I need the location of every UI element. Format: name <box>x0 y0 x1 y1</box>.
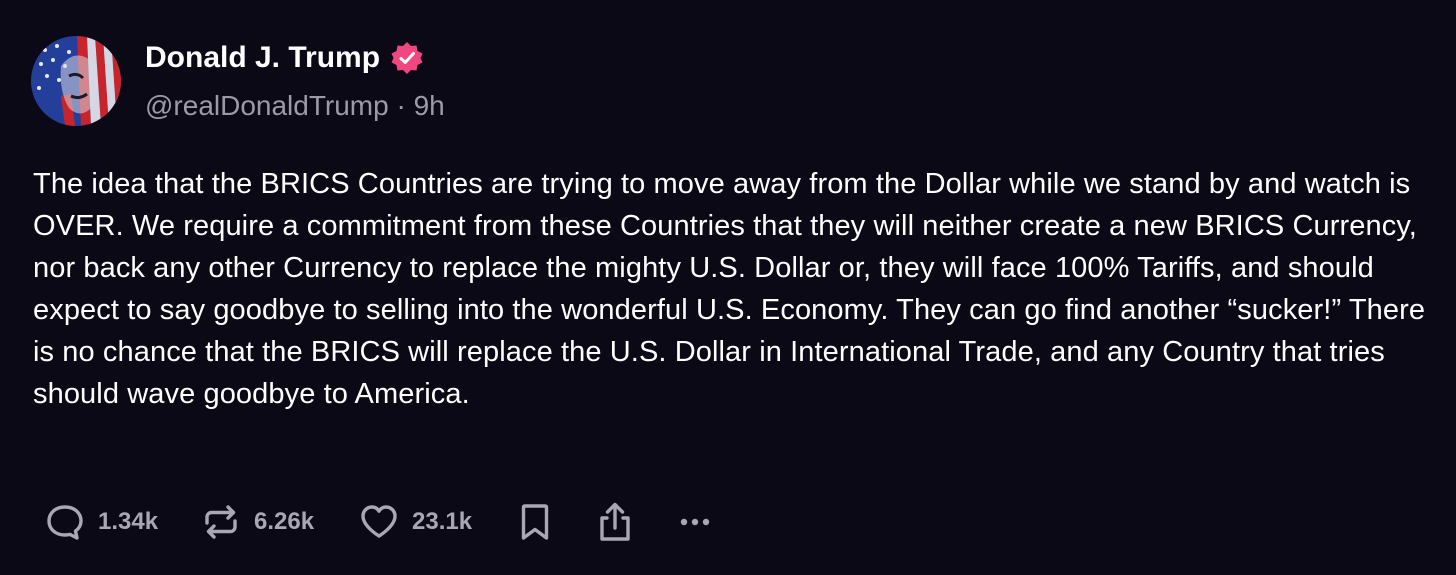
more-icon <box>680 518 710 526</box>
avatar-image <box>31 36 121 126</box>
verified-badge-icon <box>390 41 424 75</box>
like-button[interactable]: 23.1k <box>358 501 514 543</box>
reply-icon <box>47 505 83 540</box>
like-icon <box>361 505 397 538</box>
like-count: 23.1k <box>412 508 473 535</box>
repost-count: 6.26k <box>254 508 315 535</box>
repost-button[interactable]: 6.26k <box>200 501 358 543</box>
more-options-button[interactable] <box>674 501 724 543</box>
bookmark-icon <box>521 504 549 540</box>
avatar[interactable] <box>31 36 121 126</box>
post-timestamp[interactable]: 9h <box>414 90 445 121</box>
bookmark-button[interactable] <box>514 501 594 543</box>
post-card: Donald J. Trump @realDonaldTrump · 9h Th… <box>0 0 1456 575</box>
reply-button[interactable]: 1.34k <box>44 501 200 543</box>
reply-count: 1.34k <box>98 508 159 535</box>
post-body: The idea that the BRICS Countries are tr… <box>33 168 1426 410</box>
author-handle[interactable]: @realDonaldTrump <box>145 90 389 121</box>
repost-icon <box>205 505 237 539</box>
share-icon <box>600 502 630 541</box>
author-meta: @realDonaldTrump · 9h <box>145 86 445 126</box>
meta-separator: · <box>396 90 406 121</box>
author-display-name[interactable]: Donald J. Trump <box>145 38 380 78</box>
author-name-row: Donald J. Trump <box>145 38 424 78</box>
share-button[interactable] <box>594 501 674 543</box>
action-bar: 1.34k 6.26k 23.1k <box>44 500 724 544</box>
